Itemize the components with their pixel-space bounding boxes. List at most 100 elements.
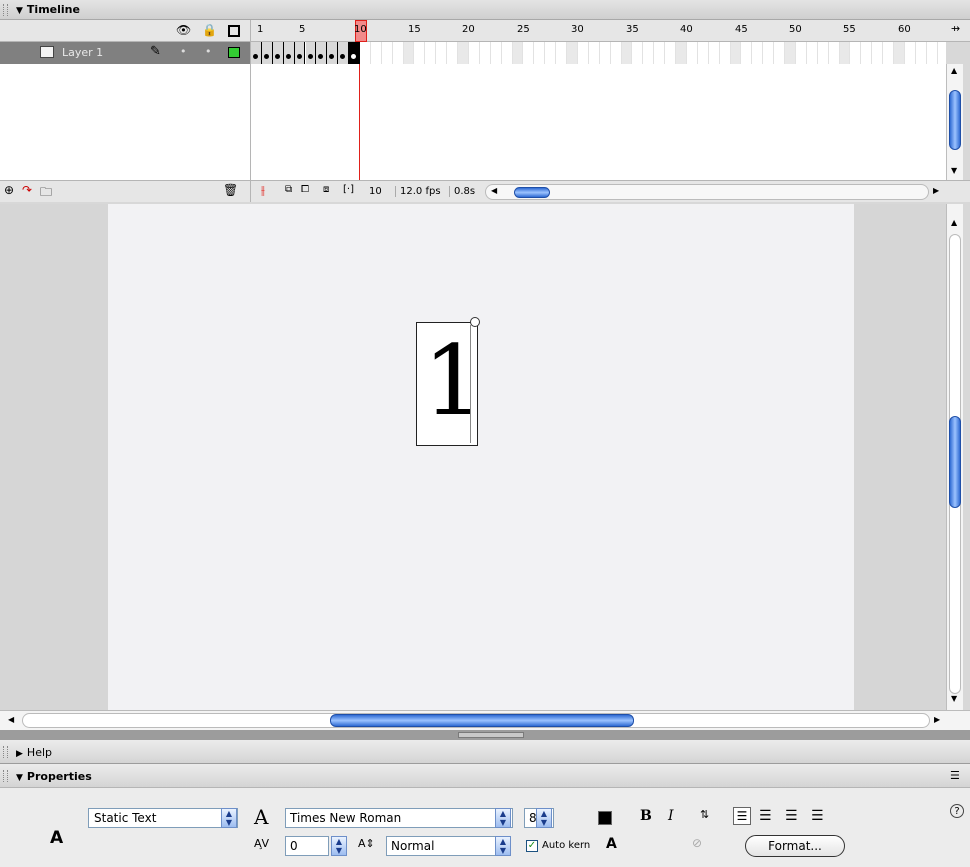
frame-cell[interactable] bbox=[785, 42, 796, 64]
scroll-down-arrow-icon[interactable]: ▼ bbox=[951, 166, 957, 175]
frame-cell[interactable] bbox=[709, 42, 720, 64]
frame-cell[interactable] bbox=[382, 42, 393, 64]
frame-cell[interactable] bbox=[774, 42, 786, 64]
frame-cell[interactable] bbox=[730, 42, 742, 64]
panel-splitter[interactable] bbox=[0, 730, 970, 740]
baseline-dropdown-arrow-icon[interactable]: ▲ ▼ bbox=[495, 836, 511, 856]
timeline-header[interactable]: ▼ Timeline bbox=[0, 0, 970, 20]
delete-layer-icon[interactable]: 🗑 bbox=[223, 183, 238, 197]
frame-cell[interactable] bbox=[698, 42, 709, 64]
frame-ruler[interactable]: 1 5 10 15 20 25 30 35 40 45 50 55 60 ⇸ bbox=[250, 20, 970, 42]
italic-button[interactable]: I bbox=[668, 808, 674, 824]
frame-cell[interactable] bbox=[676, 42, 687, 64]
help-header[interactable]: ▶ Help bbox=[0, 740, 970, 764]
font-family-select[interactable]: Times New Roman bbox=[285, 808, 513, 828]
insert-folder-icon[interactable]: 🗀 bbox=[40, 183, 52, 204]
frame-cell[interactable] bbox=[502, 42, 513, 64]
text-color-swatch[interactable] bbox=[598, 811, 612, 825]
frame-cell[interactable] bbox=[752, 42, 764, 64]
format-button[interactable]: Format... bbox=[745, 835, 845, 857]
modify-markers-icon[interactable]: [·] bbox=[343, 184, 354, 195]
frame-cell[interactable] bbox=[687, 42, 698, 64]
frame-cell[interactable] bbox=[360, 42, 371, 64]
lock-dot-icon[interactable]: • bbox=[205, 45, 212, 58]
frame-cell[interactable] bbox=[916, 42, 927, 64]
font-size-stepper[interactable]: ▲ ▼ bbox=[536, 808, 552, 828]
frame-cell[interactable] bbox=[415, 42, 426, 64]
frames-row[interactable] bbox=[250, 42, 946, 64]
panel-grip[interactable] bbox=[3, 746, 8, 758]
frame-cell[interactable] bbox=[403, 42, 415, 64]
lock-icon[interactable]: 🔒 bbox=[202, 23, 217, 37]
frame-cell[interactable] bbox=[818, 42, 829, 64]
scroll-up-arrow-icon[interactable]: ▲ bbox=[951, 66, 957, 75]
fps-readout[interactable]: 12.0 fps bbox=[395, 186, 441, 197]
center-frame-icon[interactable]: ⫲ bbox=[261, 183, 265, 198]
frame-cell[interactable] bbox=[480, 42, 491, 64]
splitter-grip[interactable] bbox=[458, 732, 524, 738]
frame-cell[interactable] bbox=[567, 42, 578, 64]
text-box-content[interactable]: 1 bbox=[423, 321, 484, 441]
panel-grip[interactable] bbox=[3, 4, 8, 16]
frame-cell[interactable] bbox=[524, 42, 535, 64]
visibility-dot-icon[interactable]: • bbox=[180, 45, 187, 58]
frame-cell[interactable] bbox=[589, 42, 600, 64]
frame-cell[interactable] bbox=[611, 42, 622, 64]
onion-skin-outlines-icon[interactable]: ⧠ bbox=[301, 184, 309, 195]
frame-cell[interactable] bbox=[556, 42, 568, 64]
frame-cell[interactable] bbox=[458, 42, 469, 64]
frame-cell[interactable] bbox=[469, 42, 480, 64]
justify-button[interactable]: ☰ bbox=[811, 808, 824, 824]
frame-cell[interactable] bbox=[436, 42, 448, 64]
scroll-down-arrow-icon[interactable]: ▼ bbox=[951, 694, 957, 703]
outline-square-icon[interactable] bbox=[228, 25, 240, 37]
layer-name[interactable]: Layer 1 bbox=[62, 46, 103, 59]
baseline-select[interactable]: Normal bbox=[386, 836, 496, 856]
stage-canvas[interactable] bbox=[108, 204, 854, 710]
panel-options-menu-icon[interactable]: ☰ bbox=[950, 769, 960, 782]
frame-cell[interactable] bbox=[633, 42, 644, 64]
scroll-thumb[interactable] bbox=[330, 714, 634, 727]
bold-button[interactable]: B bbox=[640, 808, 652, 824]
frame-cell[interactable] bbox=[894, 42, 905, 64]
text-type-dropdown-arrow-icon[interactable]: ▲ ▼ bbox=[221, 808, 237, 828]
link-icon[interactable]: ⊘ bbox=[692, 836, 702, 850]
frame-cell[interactable] bbox=[883, 42, 895, 64]
text-box[interactable]: 1 bbox=[416, 317, 484, 446]
frame-cell[interactable] bbox=[251, 42, 262, 64]
scroll-up-arrow-icon[interactable]: ▲ bbox=[951, 218, 957, 227]
timeline-menu-icon[interactable]: ⇸ bbox=[951, 22, 960, 35]
timeline-vertical-scrollbar[interactable]: ▲ ▼ bbox=[946, 64, 963, 180]
frame-cell[interactable] bbox=[447, 42, 459, 64]
frame-cell[interactable] bbox=[327, 42, 339, 64]
frame-cell[interactable] bbox=[807, 42, 818, 64]
frame-cell[interactable] bbox=[600, 42, 611, 64]
onion-skin-icon[interactable]: ⧉ bbox=[285, 184, 292, 195]
align-left-button[interactable]: ☰ bbox=[733, 807, 751, 825]
letter-spacing-stepper[interactable]: ▲ ▼ bbox=[331, 836, 347, 856]
frame-cell[interactable] bbox=[654, 42, 666, 64]
timeline-horizontal-scrollbar[interactable]: ◀ bbox=[485, 184, 929, 200]
auto-kern-checkbox[interactable]: ✓ bbox=[526, 840, 538, 852]
frame-cell[interactable] bbox=[305, 42, 317, 64]
scroll-left-arrow-icon[interactable]: ◀ bbox=[491, 186, 497, 195]
collapse-arrow-icon[interactable]: ▼ bbox=[16, 6, 23, 16]
edit-multiple-frames-icon[interactable]: ⧈ bbox=[323, 184, 329, 195]
frame-cell[interactable] bbox=[534, 42, 546, 64]
text-type-select[interactable]: Static Text ▲ ▼ bbox=[88, 808, 238, 828]
frame-cell[interactable] bbox=[578, 42, 589, 64]
render-text-as-html-icon[interactable]: A bbox=[606, 836, 617, 852]
layer-color-swatch[interactable] bbox=[228, 47, 240, 58]
panel-grip[interactable] bbox=[3, 770, 8, 782]
align-right-button[interactable]: ☰ bbox=[785, 808, 798, 824]
properties-header[interactable]: ▼ Properties ☰ bbox=[0, 764, 970, 788]
frame-cell[interactable] bbox=[393, 42, 404, 64]
frame-cell[interactable] bbox=[621, 42, 633, 64]
add-motion-guide-icon[interactable]: ↷ bbox=[22, 183, 32, 197]
frame-cell[interactable] bbox=[763, 42, 775, 64]
frame-cell[interactable] bbox=[545, 42, 557, 64]
scroll-right-arrow-icon[interactable]: ▶ bbox=[934, 715, 940, 724]
frame-cell[interactable] bbox=[643, 42, 655, 64]
scroll-right-arrow-icon[interactable]: ▶ bbox=[933, 186, 939, 195]
expand-arrow-icon[interactable]: ▶ bbox=[16, 749, 23, 759]
